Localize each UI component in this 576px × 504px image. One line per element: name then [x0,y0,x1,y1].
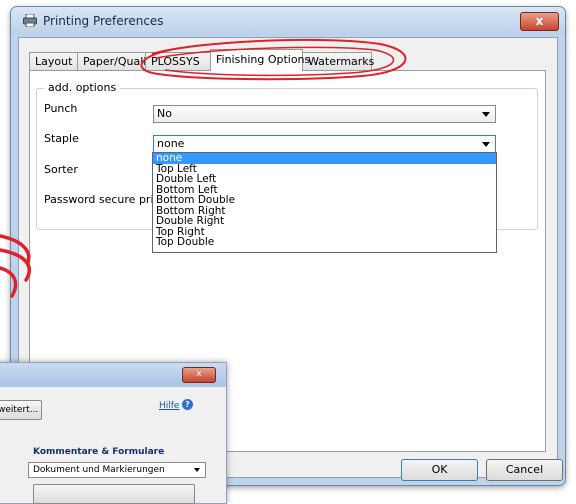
staple-option[interactable]: Top Double [153,237,496,248]
comments-forms-select-value: Dokument und Markierungen [33,465,165,475]
staple-select-value: none [157,137,185,150]
cancel-button[interactable]: Cancel [486,459,563,481]
staple-option[interactable]: Double Left [153,174,496,185]
chevron-down-icon [482,142,490,147]
close-icon: x [535,14,544,28]
sorter-label: Sorter [44,163,78,176]
title-bar[interactable]: Printing Preferences x [11,7,565,35]
staple-label: Staple [44,132,79,145]
chevron-down-icon [482,112,490,117]
tab-finishing-options[interactable]: Finishing Options [210,49,310,71]
help-icon[interactable]: ? [182,399,193,410]
punch-label: Punch [44,102,78,115]
tab-layout[interactable]: Layout [29,52,78,70]
tab-paper-quality[interactable]: Paper/Quality [77,52,157,70]
close-icon[interactable]: x [182,367,216,383]
close-button[interactable]: x [520,12,559,31]
tab-plossys[interactable]: PLOSSYS [145,52,211,70]
chevron-down-icon [194,468,200,472]
ok-button[interactable]: OK [401,459,478,481]
background-secondary-button[interactable] [33,484,195,504]
background-title-bar[interactable]: x [0,363,226,387]
staple-option[interactable]: none [153,153,496,164]
staple-select[interactable]: none [153,135,496,153]
password-secure-print-label: Password secure print [44,193,165,206]
printer-icon [23,14,37,27]
punch-select-value: No [157,107,172,120]
tab-watermarks[interactable]: Watermarks [302,52,374,70]
help-link[interactable]: Hilfe [159,401,179,411]
staple-option[interactable]: Bottom Double [153,195,496,206]
punch-select[interactable]: No [153,105,496,123]
staple-option[interactable]: Double Right [153,216,496,227]
comments-forms-heading: Kommentare & Formulare [33,447,165,457]
window-title: Printing Preferences [43,14,164,28]
staple-dropdown-list: none Top Left Double Left Bottom Left Bo… [152,152,497,253]
group-title: add. options [44,81,121,94]
advanced-button[interactable]: weitert... [0,400,42,420]
comments-forms-select[interactable]: Dokument und Markierungen [28,462,206,478]
background-dialog: x weitert... Hilfe ? Kommentare & Formul… [0,362,227,504]
